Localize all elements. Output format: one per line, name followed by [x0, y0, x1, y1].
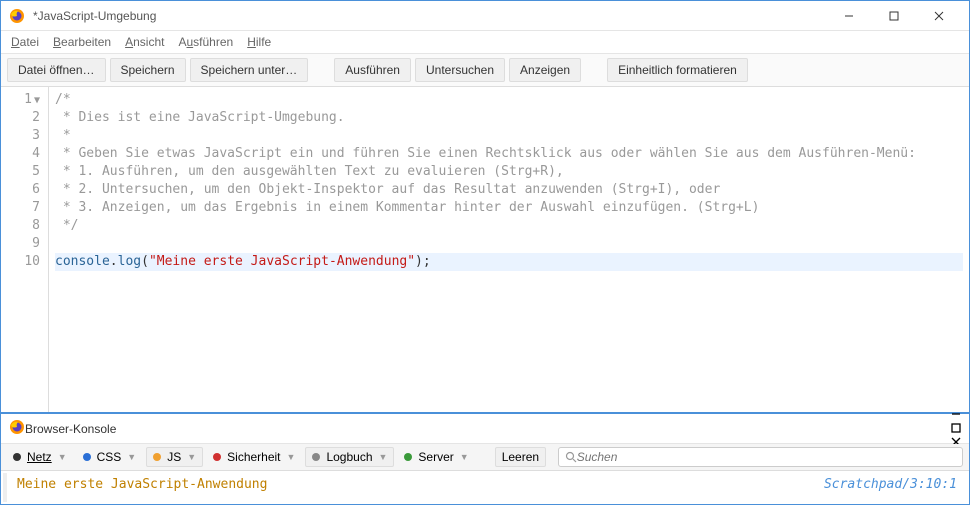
menu-file[interactable]: Datei [11, 35, 39, 49]
pretty-button[interactable]: Einheitlich formatieren [607, 58, 748, 82]
open-button[interactable]: Datei öffnen… [7, 58, 106, 82]
run-button[interactable]: Ausführen [334, 58, 411, 82]
saveas-button[interactable]: Speichern unter… [190, 58, 309, 82]
menu-run[interactable]: Ausführen [178, 35, 233, 49]
close-button[interactable] [916, 2, 961, 30]
code-editor[interactable]: 1▼ 2345 678910 /* * Dies ist eine JavaSc… [1, 87, 969, 412]
maximize-button[interactable] [871, 2, 916, 30]
menu-edit[interactable]: Bearbeiten [53, 35, 111, 49]
log-message: Meine erste JavaScript-Anwendung [17, 477, 824, 492]
filter-js[interactable]: JS▼ [146, 447, 203, 467]
filter-css[interactable]: CSS▼ [77, 448, 143, 466]
filter-net[interactable]: Netz▼ [7, 448, 73, 466]
console-window: Browser-Konsole Netz▼ CSS▼ JS▼ Sicherhei… [1, 412, 969, 504]
filter-server[interactable]: Server▼ [398, 448, 474, 466]
clear-button[interactable]: Leeren [495, 447, 546, 467]
console-titlebar: Browser-Konsole [1, 414, 969, 444]
filter-security[interactable]: Sicherheit▼ [207, 448, 301, 466]
code-line-active: console.log("Meine erste JavaScript-Anwe… [55, 253, 963, 271]
console-search[interactable] [558, 447, 963, 467]
display-button[interactable]: Anzeigen [509, 58, 581, 82]
console-title: Browser-Konsole [25, 422, 951, 436]
code-line: * 3. Anzeigen, um das Ergebnis in einem … [55, 199, 963, 217]
code-line: * 1. Ausführen, um den ausgewählten Text… [55, 163, 963, 181]
filter-log[interactable]: Logbuch▼ [305, 447, 394, 467]
main-titlebar: *JavaScript-Umgebung [1, 1, 969, 31]
menu-help[interactable]: Hilfe [247, 35, 271, 49]
console-toolbar: Netz▼ CSS▼ JS▼ Sicherheit▼ Logbuch▼ Serv… [1, 444, 969, 471]
search-icon [565, 451, 577, 463]
menu-view[interactable]: Ansicht [125, 35, 164, 49]
firefox-icon [9, 419, 25, 438]
firefox-icon [9, 8, 25, 24]
log-source[interactable]: Scratchpad/3:10:1 [824, 477, 957, 492]
inspect-button[interactable]: Untersuchen [415, 58, 505, 82]
toolbar: Datei öffnen… Speichern Speichern unter…… [1, 53, 969, 87]
code-line: */ [55, 217, 963, 235]
save-button[interactable]: Speichern [110, 58, 186, 82]
code-line: /* [55, 91, 963, 109]
code-area[interactable]: /* * Dies ist eine JavaScript-Umgebung. … [49, 87, 969, 412]
code-line: * [55, 127, 963, 145]
console-output: Meine erste JavaScript-Anwendung Scratch… [3, 473, 967, 502]
console-maximize-button[interactable] [951, 422, 961, 436]
code-line: * Geben Sie etwas JavaScript ein und füh… [55, 145, 963, 163]
gutter: 1▼ 2345 678910 [1, 87, 49, 412]
code-line: * 2. Untersuchen, um den Objekt-Inspekto… [55, 181, 963, 199]
code-line: * Dies ist eine JavaScript-Umgebung. [55, 109, 963, 127]
code-line [55, 235, 963, 253]
window-title: *JavaScript-Umgebung [33, 9, 826, 23]
search-input[interactable] [577, 450, 956, 464]
minimize-button[interactable] [826, 2, 871, 30]
menubar: Datei Bearbeiten Ansicht Ausführen Hilfe [1, 31, 969, 53]
